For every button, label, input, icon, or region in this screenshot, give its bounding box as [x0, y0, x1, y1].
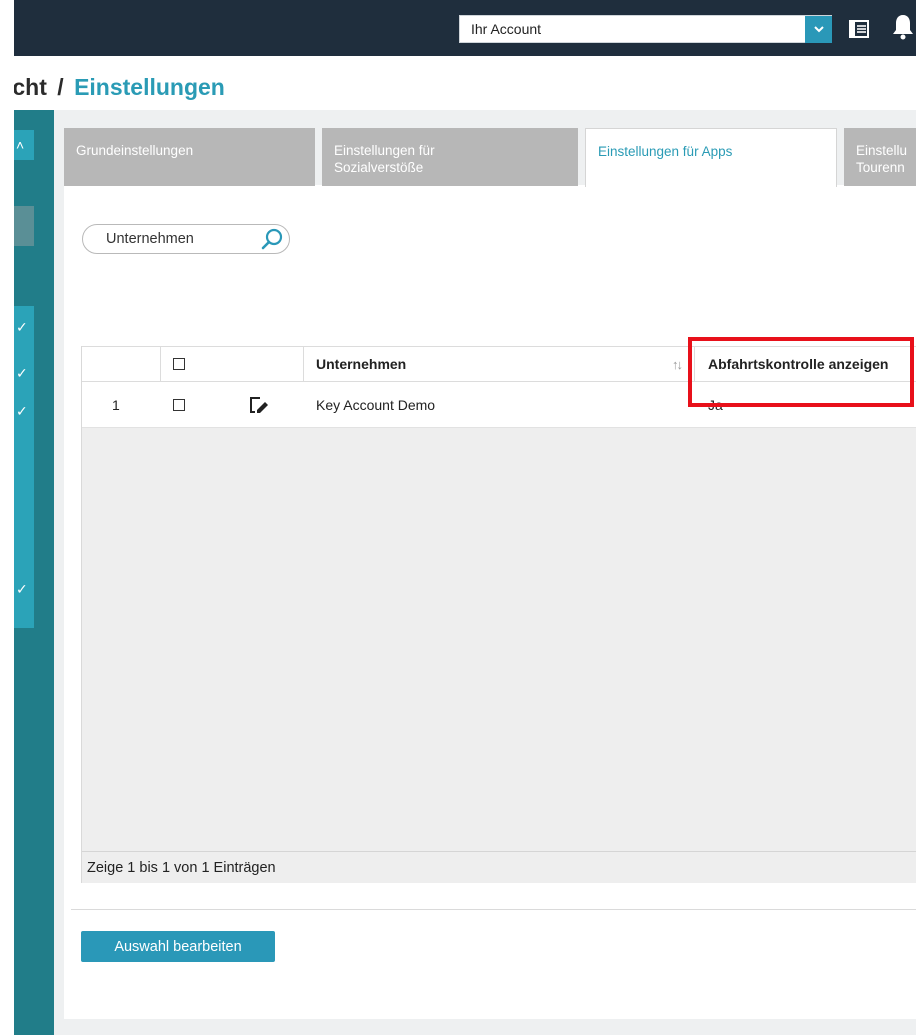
header-company[interactable]: Unternehmen — [316, 347, 406, 381]
account-select[interactable]: Ihr Account — [459, 15, 832, 43]
select-all-checkbox[interactable] — [173, 358, 185, 370]
header-index — [82, 347, 160, 381]
chevron-up-icon: ˄ — [16, 137, 25, 153]
page-title: Einstellungen — [74, 74, 225, 100]
edit-selection-button[interactable]: Auswahl bearbeiten — [81, 931, 275, 962]
tab-grundeinstellungen[interactable]: Grundeinstellungen — [64, 128, 315, 186]
tab-label: Grundeinstellungen — [76, 143, 194, 158]
tab-label-line2: Tourenn — [856, 160, 905, 175]
tab-sozialverstoesse[interactable]: Einstellungen für Sozialverstöße — [322, 128, 578, 186]
list-icon[interactable] — [849, 19, 869, 39]
header-select-all[interactable] — [173, 347, 185, 381]
tab-label-line1: Einstellungen für — [334, 143, 435, 158]
check-icon: ✓ — [16, 319, 28, 335]
breadcrumb-parent[interactable]: icht — [14, 74, 47, 100]
row-checkbox[interactable] — [173, 398, 185, 411]
column-header-company[interactable]: Unternehmen — [316, 356, 406, 372]
sort-icon[interactable]: ↑↓ — [672, 347, 683, 381]
table-info: Zeige 1 bis 1 von 1 Einträgen — [82, 851, 916, 883]
sidebar-item-menu[interactable]: ✓ ✓ ✓ ✓ — [14, 306, 34, 628]
tab-label-line2: Sozialverstöße — [334, 160, 424, 175]
company-search[interactable]: Unternehmen — [82, 224, 290, 254]
left-sidebar: ˄ ✓ ✓ ✓ ✓ — [14, 110, 54, 1035]
cell-company: Key Account Demo — [316, 396, 436, 413]
tab-apps[interactable]: Einstellungen für Apps — [585, 128, 837, 187]
breadcrumb-separator: / — [57, 74, 64, 100]
top-bar: Ihr Account — [14, 0, 916, 56]
divider — [71, 909, 916, 910]
tab-label-line1: Einstellu — [856, 143, 908, 158]
tab-tourennummer[interactable]: Einstellu Tourenn — [844, 128, 916, 186]
search-input[interactable]: Unternehmen — [106, 231, 259, 247]
row-index: 1 — [112, 396, 120, 413]
search-icon[interactable] — [259, 226, 285, 252]
check-icon: ✓ — [16, 403, 28, 419]
sidebar-item-block[interactable] — [14, 206, 34, 246]
data-table: Unternehmen ↑↓ Abfahrtskontrolle anzeige… — [81, 346, 916, 883]
bell-icon[interactable] — [890, 12, 916, 42]
edit-icon[interactable] — [248, 382, 270, 427]
breadcrumb: icht / Einstellungen — [14, 74, 414, 101]
chevron-down-icon[interactable] — [805, 15, 832, 43]
check-icon: ✓ — [16, 365, 28, 381]
highlight-box — [688, 337, 914, 407]
account-select-value: Ihr Account — [471, 21, 542, 37]
check-icon: ✓ — [16, 581, 28, 597]
sidebar-item-collapse[interactable]: ˄ — [14, 130, 34, 160]
tab-label: Einstellungen für Apps — [598, 144, 733, 159]
row-select[interactable] — [173, 382, 185, 427]
